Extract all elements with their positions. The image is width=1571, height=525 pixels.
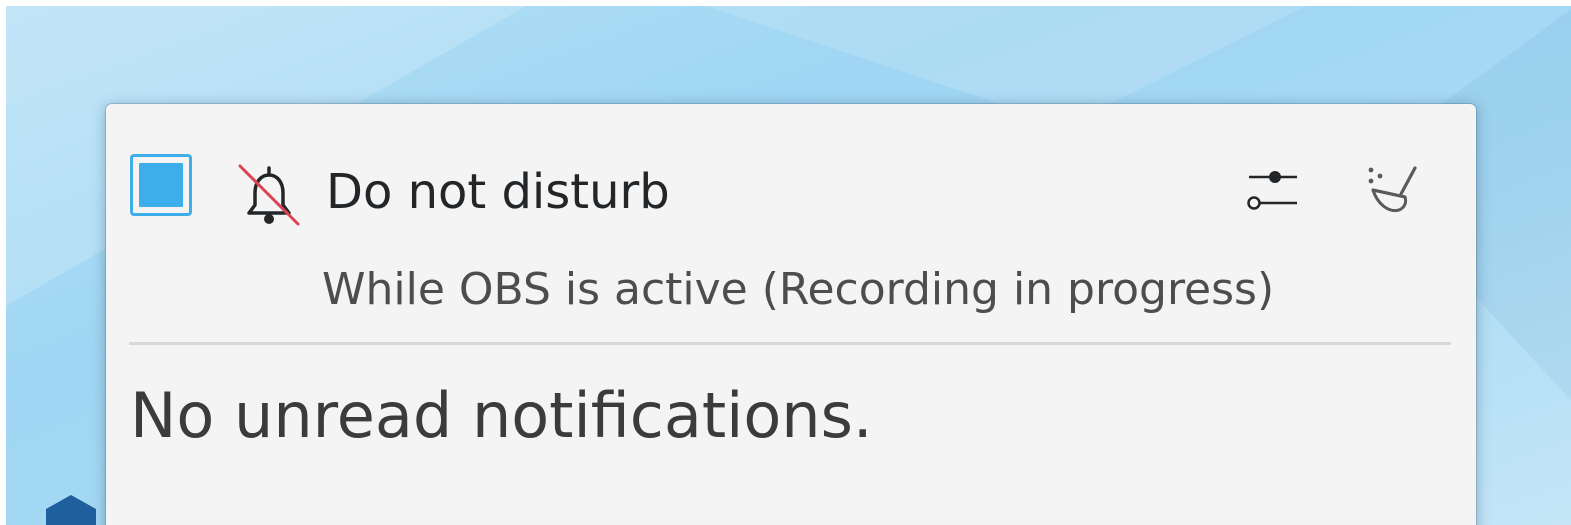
panel-launcher-corner: [46, 495, 96, 525]
section-divider: [129, 342, 1451, 345]
configure-sliders-icon: [1247, 171, 1297, 210]
do-not-disturb-reason: While OBS is active (Recording in progre…: [322, 264, 1275, 315]
notification-settings-button[interactable]: [1235, 156, 1307, 228]
do-not-disturb-checkbox[interactable]: [130, 154, 192, 216]
notifications-disabled-icon: [238, 164, 300, 226]
do-not-disturb-label[interactable]: Do not disturb: [326, 162, 670, 222]
clear-history-button[interactable]: [1355, 156, 1427, 228]
checkbox-checked-indicator: [139, 163, 183, 207]
empty-notifications-message: No unread notifications.: [130, 379, 873, 452]
notifications-popup: Do not disturb While OBS is active (Reco…: [106, 104, 1476, 525]
clear-history-broom-icon: [1368, 166, 1417, 213]
